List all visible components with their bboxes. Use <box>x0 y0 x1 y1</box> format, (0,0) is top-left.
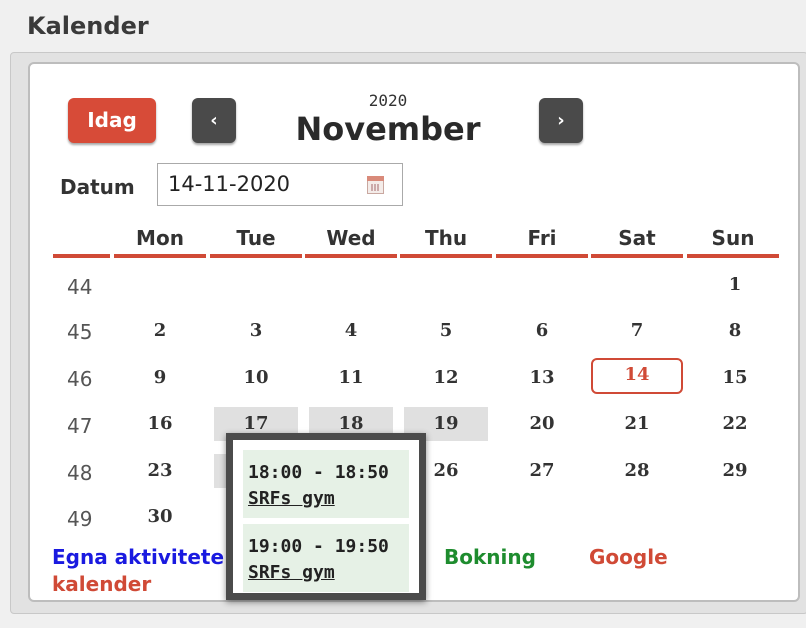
week-number: 45 <box>67 320 93 344</box>
day-cell[interactable]: 10 <box>214 361 298 395</box>
event-time: 19:00 - 19:50 <box>248 536 389 557</box>
week-number: 44 <box>67 275 93 299</box>
week-number: 48 <box>67 461 93 485</box>
day-cell-selected[interactable]: 14 <box>591 358 683 394</box>
legend-google[interactable]: Google <box>589 545 668 569</box>
day-cell[interactable]: 22 <box>693 407 777 441</box>
day-cell[interactable]: 15 <box>693 361 777 395</box>
weekday-header: Thu <box>400 226 492 258</box>
weekday-header: Sun <box>687 226 779 258</box>
day-cell[interactable]: 21 <box>595 407 679 441</box>
event-location-link[interactable]: SRFs gym <box>248 562 335 583</box>
day-cell[interactable]: 30 <box>118 500 202 534</box>
weekday-header: Tue <box>210 226 302 258</box>
week-number: 49 <box>67 507 93 531</box>
year-label: 2020 <box>368 91 408 110</box>
week-column-header <box>53 226 110 258</box>
day-cell[interactable]: 13 <box>500 361 584 395</box>
legend-booking[interactable]: Bokning <box>444 545 536 569</box>
day-cell[interactable]: 9 <box>118 361 202 395</box>
calendar-icon[interactable] <box>367 176 384 194</box>
day-cell[interactable]: 16 <box>118 407 202 441</box>
event-slot[interactable]: 19:00 - 19:50 SRFs gym <box>243 524 409 592</box>
month-label: November <box>295 110 481 148</box>
day-cell[interactable]: 23 <box>118 454 202 488</box>
day-cell[interactable]: 2 <box>118 314 202 348</box>
day-cell[interactable]: 27 <box>500 454 584 488</box>
day-cell[interactable]: 1 <box>693 268 777 302</box>
legend-calendar[interactable]: kalender <box>52 572 151 596</box>
week-number: 47 <box>67 414 93 438</box>
event-time: 18:00 - 18:50 <box>248 462 389 483</box>
event-popup: 18:00 - 18:50 SRFs gym 19:00 - 19:50 SRF… <box>226 433 426 600</box>
day-cell[interactable]: 4 <box>309 314 393 348</box>
datum-label: Datum <box>60 175 135 199</box>
legend-own-activities[interactable]: Egna aktivitete <box>52 545 224 569</box>
day-cell[interactable]: 12 <box>404 361 488 395</box>
day-cell[interactable]: 3 <box>214 314 298 348</box>
day-cell[interactable]: 28 <box>595 454 679 488</box>
weekday-header: Wed <box>305 226 397 258</box>
prev-month-button[interactable]: ‹ <box>192 98 236 143</box>
day-cell[interactable]: 11 <box>309 361 393 395</box>
page-title: Kalender <box>27 12 149 40</box>
week-number: 46 <box>67 367 93 391</box>
day-cell[interactable]: 7 <box>595 314 679 348</box>
weekday-header: Sat <box>591 226 683 258</box>
day-cell[interactable]: 8 <box>693 314 777 348</box>
day-cell[interactable]: 6 <box>500 314 584 348</box>
weekday-header: Fri <box>496 226 588 258</box>
day-cell[interactable]: 20 <box>500 407 584 441</box>
day-cell[interactable]: 5 <box>404 314 488 348</box>
today-button[interactable]: Idag <box>68 98 156 143</box>
weekday-header: Mon <box>114 226 206 258</box>
day-cell[interactable]: 29 <box>693 454 777 488</box>
event-slot[interactable]: 18:00 - 18:50 SRFs gym <box>243 450 409 518</box>
event-location-link[interactable]: SRFs gym <box>248 488 335 509</box>
next-month-button[interactable]: › <box>539 98 583 143</box>
